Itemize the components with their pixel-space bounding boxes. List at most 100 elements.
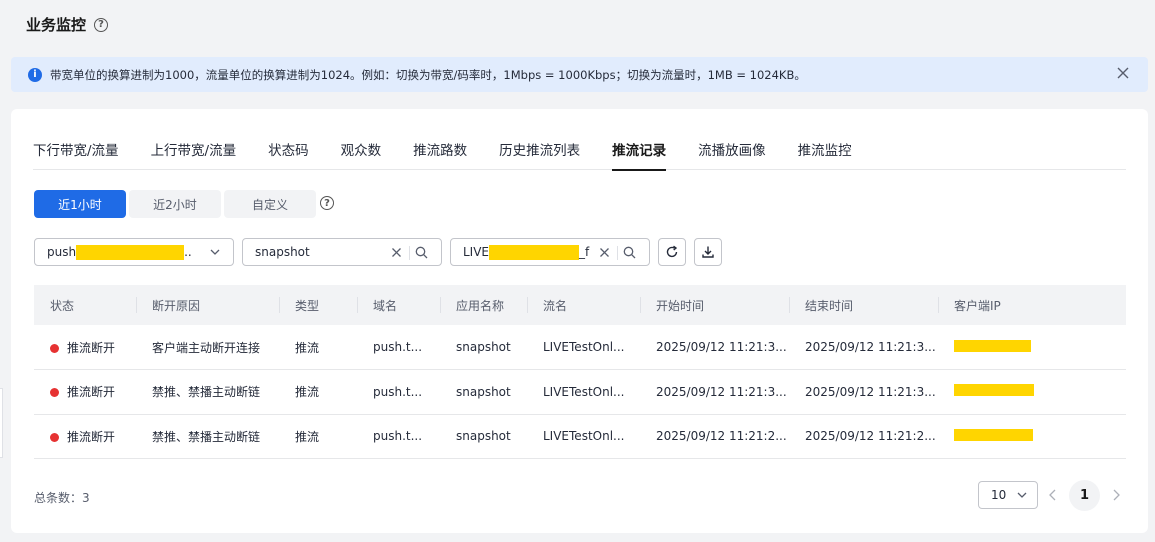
chevron-right-icon[interactable] xyxy=(1110,488,1122,502)
status-dot xyxy=(50,388,59,398)
column-header-client-ip: 客户端IP xyxy=(938,285,1126,325)
client-ip-cell xyxy=(938,325,1126,370)
stream-cell: LIVETestOnl... xyxy=(527,414,640,459)
domain-select-prefix: push xyxy=(47,245,77,259)
tab-push-records[interactable]: 推流记录 xyxy=(612,141,667,171)
help-icon[interactable]: ? xyxy=(94,17,109,32)
refresh-button[interactable] xyxy=(658,238,686,266)
stream-name-input[interactable]: LIVE _f xyxy=(450,238,650,266)
domain-cell: push.t... xyxy=(357,325,440,370)
app-cell: snapshot xyxy=(440,325,527,370)
chevron-down-icon xyxy=(1017,492,1027,498)
side-drawer-handle[interactable] xyxy=(0,388,3,458)
column-header-reason: 断开原因 xyxy=(136,285,279,325)
end-time-cell: 2025/09/12 11:21:3... xyxy=(789,325,938,370)
time-range-help-icon[interactable]: ? xyxy=(320,196,334,210)
column-header-app: 应用名称 xyxy=(440,285,527,325)
app-cell: snapshot xyxy=(440,414,527,459)
reason-cell: 禁推、禁播主动断链 xyxy=(136,414,279,459)
domain-select[interactable]: push .. xyxy=(34,238,234,266)
redaction-mask xyxy=(489,244,580,260)
app-name-input[interactable]: snapshot xyxy=(242,238,442,266)
tab-status-code[interactable]: 状态码 xyxy=(268,141,309,170)
table-row: 推流断开 禁推、禁播主动断链 推流 push.t... snapshot LIV… xyxy=(34,369,1126,415)
column-header-start-time: 开始时间 xyxy=(640,285,789,325)
download-icon xyxy=(702,246,714,258)
redaction-mask xyxy=(76,244,185,260)
stream-cell: LIVETestOnl... xyxy=(527,369,640,415)
close-icon[interactable] xyxy=(1116,66,1130,80)
tab-history-push-list[interactable]: 历史推流列表 xyxy=(499,141,580,170)
tab-push-streams[interactable]: 推流路数 xyxy=(413,141,467,170)
time-range-custom[interactable]: 自定义 xyxy=(224,190,316,218)
tab-stream-playback-profile[interactable]: 流播放画像 xyxy=(698,141,766,170)
redaction-mask xyxy=(954,339,1031,352)
reason-cell: 客户端主动断开连接 xyxy=(136,325,279,370)
start-time-cell: 2025/09/12 11:21:3... xyxy=(640,369,789,415)
status-cell: 推流断开 xyxy=(34,325,136,370)
app-cell: snapshot xyxy=(440,369,527,415)
redaction-mask xyxy=(954,384,1034,397)
type-cell: 推流 xyxy=(279,369,357,415)
stream-cell: LIVETestOnl... xyxy=(527,325,640,370)
stream-name-suffix: _f xyxy=(579,245,590,259)
app-name-value: snapshot xyxy=(255,245,310,259)
start-time-cell: 2025/09/12 11:21:2... xyxy=(640,414,789,459)
search-icon[interactable] xyxy=(415,246,428,259)
time-range-2h[interactable]: 近2小时 xyxy=(129,190,221,218)
total-count: 总条数：3 xyxy=(34,491,90,505)
page-title-area: 业务监控 ? xyxy=(26,14,109,35)
notice-message: 带宽单位的换算进制为1000，流量单位的换算进制为1024。例如：切换为带宽/码… xyxy=(50,67,806,82)
type-cell: 推流 xyxy=(279,325,357,370)
page-size-select[interactable]: 10 xyxy=(978,481,1038,509)
end-time-cell: 2025/09/12 11:21:3... xyxy=(789,369,938,415)
column-header-stream: 流名 xyxy=(527,285,640,325)
domain-cell: push.t... xyxy=(357,414,440,459)
input-divider xyxy=(617,246,618,260)
status-text: 推流断开 xyxy=(67,429,116,444)
tab-viewers[interactable]: 观众数 xyxy=(341,141,382,170)
start-time-cell: 2025/09/12 11:21:3... xyxy=(640,325,789,370)
type-cell: 推流 xyxy=(279,414,357,459)
domain-cell: push.t... xyxy=(357,369,440,415)
reason-cell: 禁推、禁播主动断链 xyxy=(136,369,279,415)
column-header-type: 类型 xyxy=(279,285,357,325)
tab-uplink-bandwidth[interactable]: 上行带宽/流量 xyxy=(151,141,237,170)
client-ip-cell xyxy=(938,414,1126,459)
chevron-left-icon[interactable] xyxy=(1047,488,1059,502)
stream-name-prefix: LIVE xyxy=(463,245,490,259)
status-text: 推流断开 xyxy=(67,340,116,355)
redaction-mask xyxy=(954,428,1033,441)
tab-push-monitor[interactable]: 推流监控 xyxy=(798,141,852,170)
end-time-cell: 2025/09/12 11:21:2... xyxy=(789,414,938,459)
tab-downlink-bandwidth[interactable]: 下行带宽/流量 xyxy=(33,141,119,170)
chevron-down-icon xyxy=(210,249,220,255)
column-header-status: 状态 xyxy=(34,285,136,325)
clear-icon[interactable] xyxy=(390,246,403,259)
client-ip-cell xyxy=(938,369,1126,415)
info-icon: i xyxy=(28,67,42,82)
push-records-table: 状态 断开原因 类型 域名 应用名称 流名 开始时间 结束时间 客户端IP 推流… xyxy=(34,285,1126,459)
main-card: 下行带宽/流量 上行带宽/流量 状态码 观众数 推流路数 历史推流列表 推流记录… xyxy=(11,109,1148,533)
page-title: 业务监控 xyxy=(26,16,87,34)
status-dot xyxy=(50,343,59,353)
tab-bar: 下行带宽/流量 上行带宽/流量 状态码 观众数 推流路数 历史推流列表 推流记录… xyxy=(33,141,1126,171)
table-header-row: 状态 断开原因 类型 域名 应用名称 流名 开始时间 结束时间 客户端IP xyxy=(34,285,1126,325)
domain-select-suffix: .. xyxy=(184,245,192,259)
search-icon[interactable] xyxy=(623,246,636,259)
page-number-current[interactable]: 1 xyxy=(1069,480,1100,511)
status-text: 推流断开 xyxy=(67,385,116,400)
status-cell: 推流断开 xyxy=(34,414,136,459)
refresh-icon xyxy=(666,245,678,258)
column-header-domain: 域名 xyxy=(357,285,440,325)
table-row: 推流断开 禁推、禁播主动断链 推流 push.t... snapshot LIV… xyxy=(34,414,1126,459)
input-divider xyxy=(409,246,410,260)
time-range-selector: 近1小时 近2小时 自定义 xyxy=(34,190,316,218)
clear-icon[interactable] xyxy=(598,246,611,259)
page-size-value: 10 xyxy=(991,488,1007,502)
status-dot xyxy=(50,432,59,442)
time-range-1h[interactable]: 近1小时 xyxy=(34,190,126,218)
table-row: 推流断开 客户端主动断开连接 推流 push.t... snapshot LIV… xyxy=(34,325,1126,370)
notice-banner: i 带宽单位的换算进制为1000，流量单位的换算进制为1024。例如：切换为带宽… xyxy=(11,57,1148,92)
download-button[interactable] xyxy=(694,238,722,266)
